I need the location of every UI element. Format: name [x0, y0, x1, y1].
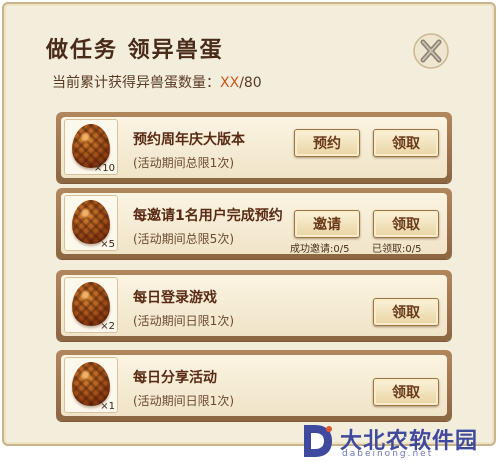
beast-egg-icon [72, 124, 110, 168]
egg-count-current: XX [220, 75, 240, 91]
task-card: ×5 每邀请1名用户完成预约 (活动期间总限5次) 邀请 领取 成功邀请:0/5… [61, 193, 447, 255]
beast-egg-icon [72, 362, 110, 406]
task-row: ×2 每日登录游戏 (活动期间日限1次) 领取 [56, 270, 452, 341]
task-limit: (活动期间日限1次) [133, 314, 234, 328]
task-limit: (活动期间总限5次) [133, 232, 234, 246]
task-card: ×10 预约周年庆大版本 (活动期间总限1次) 预约 领取 [61, 117, 447, 178]
egg-count-total: /80 [239, 75, 262, 91]
egg-count: 当前累计获得异兽蛋数量：XX/80 [52, 72, 262, 92]
invite-button[interactable]: 邀请 [294, 210, 360, 238]
beast-egg-icon [72, 282, 110, 326]
task-row: ×1 每日分享活动 (活动期间日限1次) 领取 [56, 350, 452, 421]
reward-quantity: ×5 [100, 239, 115, 250]
task-panel: 做任务 领异兽蛋 当前累计获得异兽蛋数量：XX/80 ×10 预约周年庆大版本 … [2, 2, 496, 446]
reward-slot: ×2 [64, 277, 118, 333]
task-limit: (活动期间日限1次) [133, 394, 234, 408]
claimed-progress: 已领取:0/5 [372, 244, 422, 255]
task-name: 每邀请1名用户完成预约 [133, 208, 283, 224]
reward-slot: ×1 [64, 357, 118, 413]
panel-title: 做任务 领异兽蛋 [46, 38, 224, 63]
claim-button[interactable]: 领取 [373, 298, 439, 326]
task-name: 每日登录游戏 [133, 290, 217, 306]
task-card: ×2 每日登录游戏 (活动期间日限1次) 领取 [61, 275, 447, 336]
claim-button[interactable]: 领取 [373, 210, 439, 238]
claim-button[interactable]: 领取 [373, 129, 439, 157]
reward-quantity: ×2 [100, 321, 115, 332]
task-limit: (活动期间总限1次) [133, 156, 234, 170]
task-row: ×5 每邀请1名用户完成预约 (活动期间总限5次) 邀请 领取 成功邀请:0/5… [56, 188, 452, 259]
task-row: ×10 预约周年庆大版本 (活动期间总限1次) 预约 领取 [56, 112, 452, 183]
site-logo-icon [304, 425, 332, 457]
site-watermark-url: dabeinong.net [342, 449, 434, 459]
invite-progress: 成功邀请:0/5 [290, 244, 350, 255]
site-watermark: 大北农软件园 dabeinong.net [300, 419, 500, 462]
reward-slot: ×10 [64, 119, 118, 175]
reward-quantity: ×1 [100, 401, 115, 412]
task-name: 预约周年庆大版本 [133, 132, 245, 148]
task-name: 每日分享活动 [133, 370, 217, 386]
claim-button[interactable]: 领取 [373, 378, 439, 406]
reward-slot: ×5 [64, 195, 118, 251]
close-icon[interactable] [412, 32, 450, 70]
beast-egg-icon [72, 200, 110, 244]
reserve-button[interactable]: 预约 [294, 129, 360, 157]
reward-quantity: ×10 [93, 163, 115, 174]
egg-count-label: 当前累计获得异兽蛋数量： [52, 75, 220, 91]
task-card: ×1 每日分享活动 (活动期间日限1次) 领取 [61, 355, 447, 416]
